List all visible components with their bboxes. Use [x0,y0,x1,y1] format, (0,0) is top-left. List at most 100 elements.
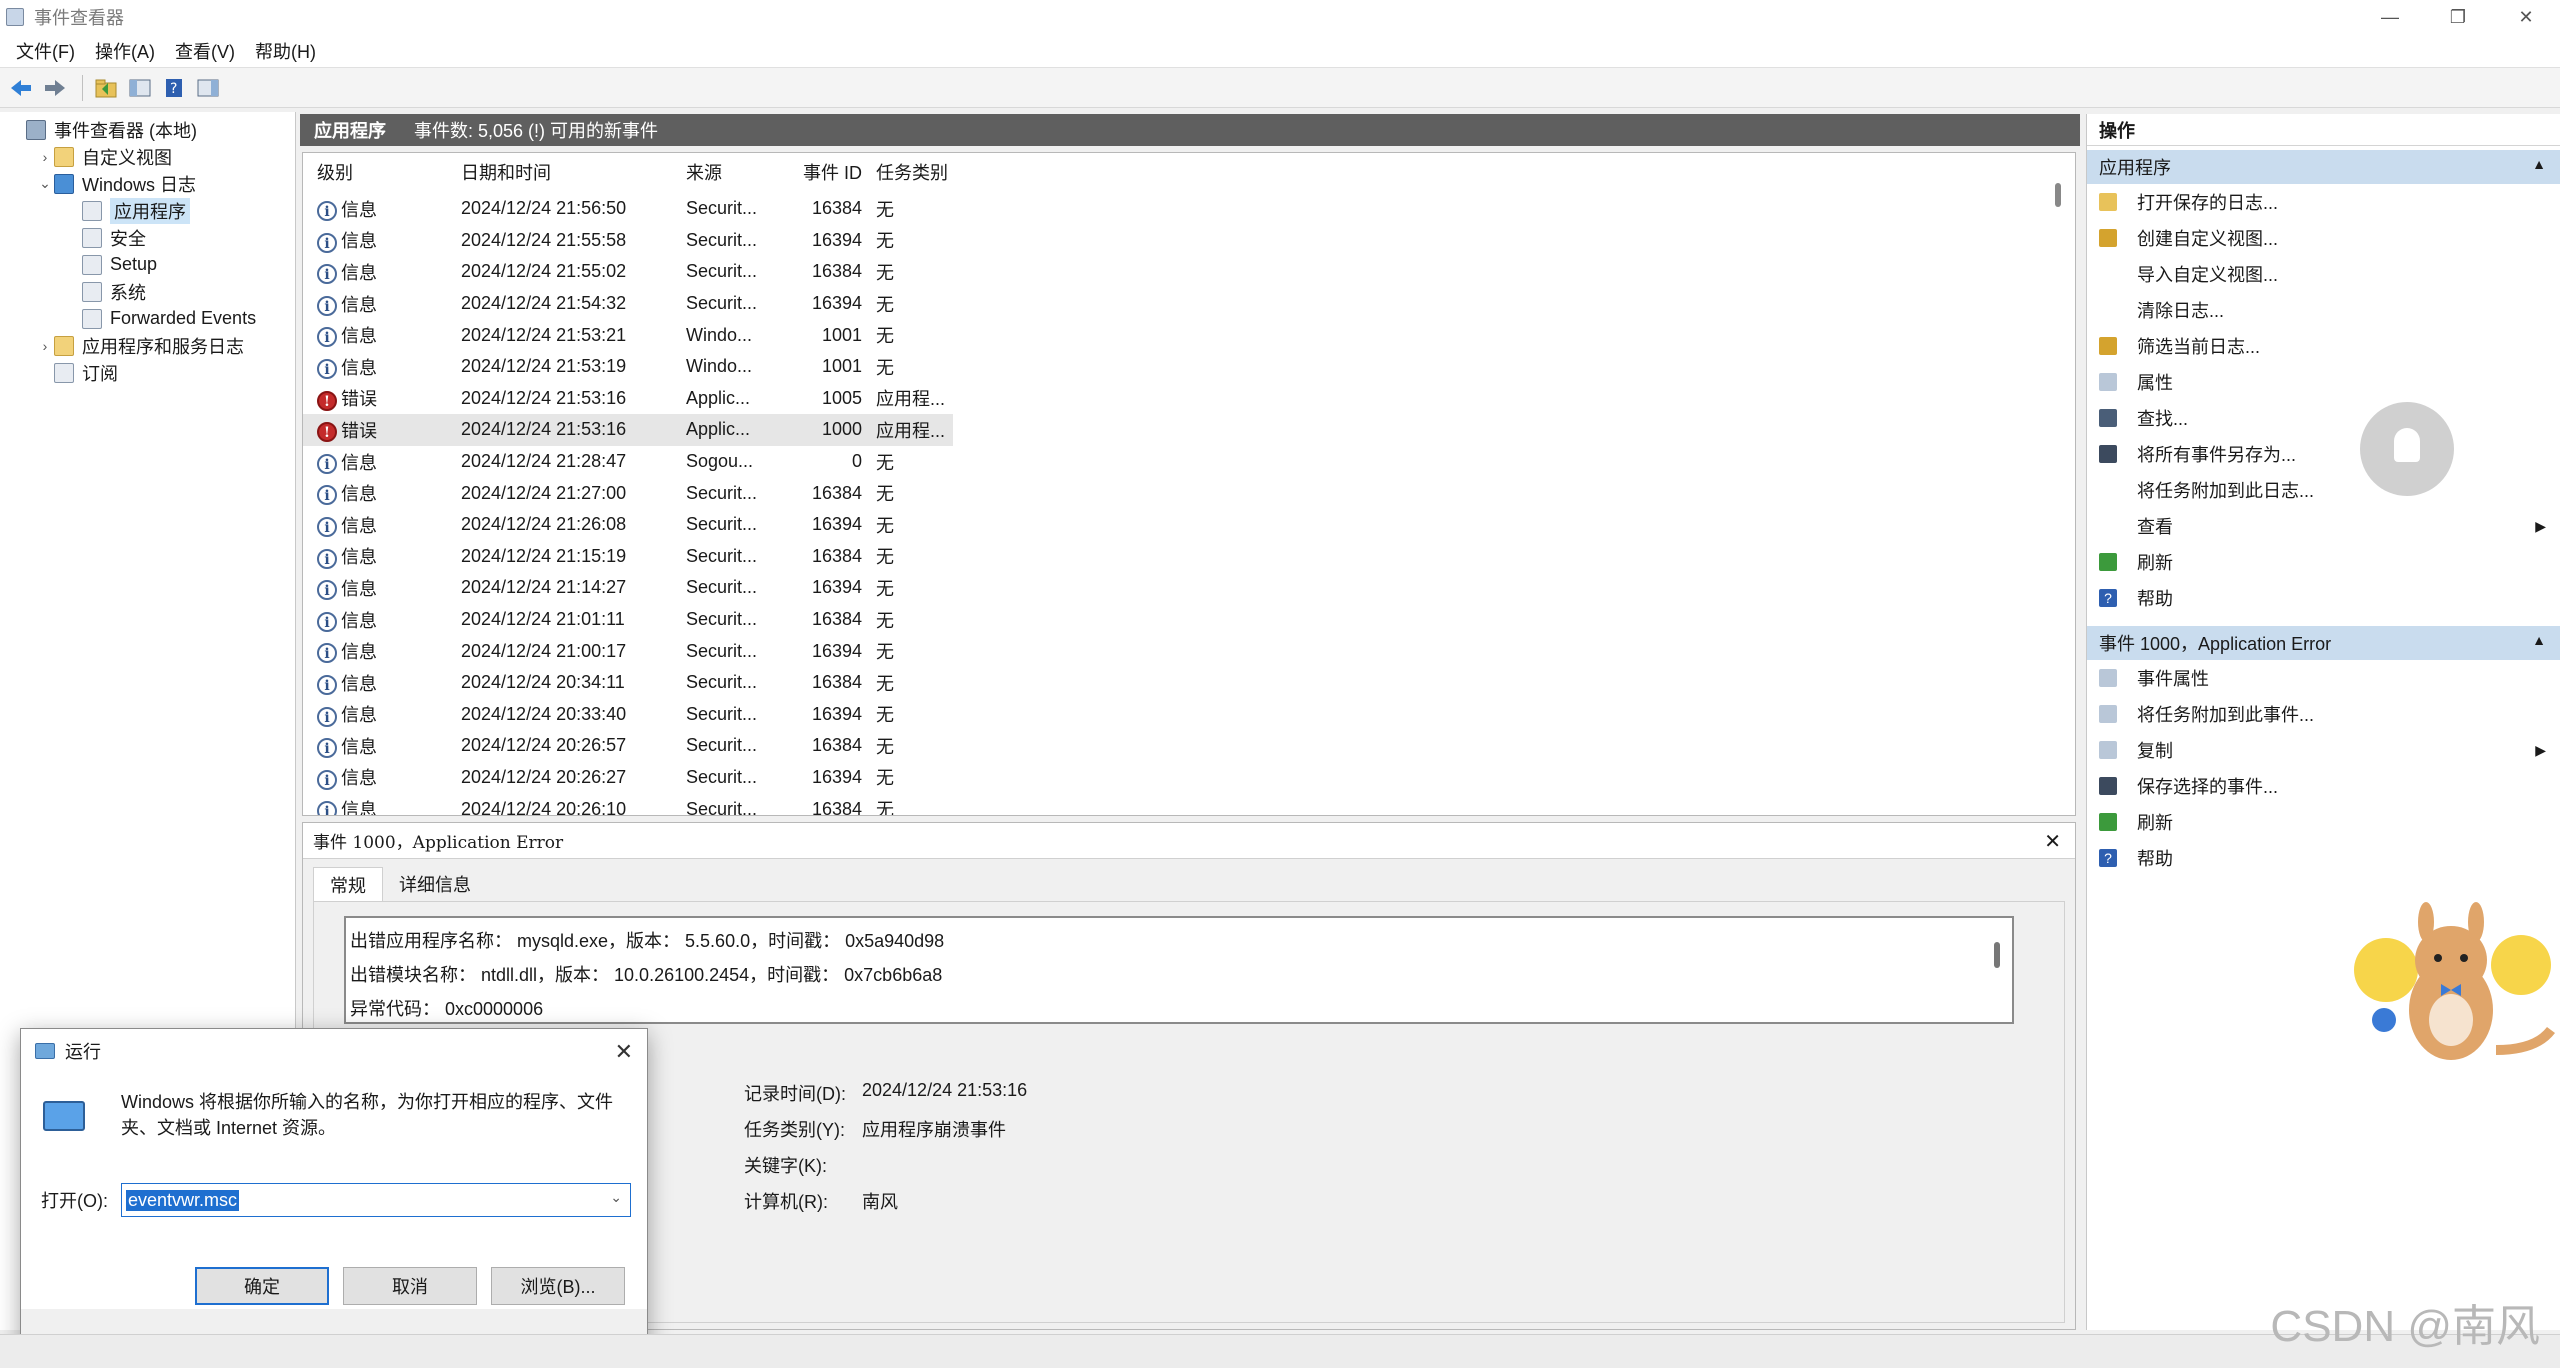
tree-item[interactable]: › 应用程序和服务日志 [0,332,295,359]
event-row[interactable]: i 信息 2024/12/24 21:54:32 Securit... 16394 无 [303,288,2057,320]
action-item[interactable]: 将任务附加到此日志... [2087,472,2560,508]
menu-help[interactable]: 帮助(H) [245,38,326,64]
event-row[interactable]: i 信息 2024/12/24 21:53:19 Windo... 1001 无 [303,351,2057,383]
submenu-arrow-icon: ▶ [2535,741,2546,758]
action-item[interactable]: 保存选择的事件... [2087,768,2560,804]
ok-button[interactable]: 确定 [195,1267,329,1305]
action-item[interactable]: 将所有事件另存为... [2087,436,2560,472]
action-item[interactable]: 刷新 [2087,804,2560,840]
tab-details[interactable]: 详细信息 [383,867,487,901]
event-row[interactable]: i 信息 2024/12/24 20:26:27 Securit... 16394 无 [303,762,2057,794]
minimize-button[interactable]: — [2356,0,2424,34]
collapse-caret-icon[interactable]: ▲ [2532,156,2546,172]
actions-title: 操作 [2087,114,2560,146]
event-row[interactable]: i 信息 2024/12/24 21:15:19 Securit... 16384 无 [303,541,2057,573]
show-hide-tree-icon[interactable] [125,73,155,103]
run-command-value[interactable]: eventvwr.msc [126,1189,240,1211]
event-row[interactable]: i 信息 2024/12/24 21:26:08 Securit... 16394 无 [303,509,2057,541]
chevron-down-icon[interactable]: ⌄ [610,1189,622,1206]
menu-file[interactable]: 文件(F) [6,38,85,64]
tree-item[interactable]: 系统 [0,278,295,305]
tree-item[interactable]: Setup [0,251,295,278]
actions-section-event[interactable]: 事件 1000，Application Error ▲ [2087,626,2560,660]
event-row[interactable]: i 信息 2024/12/24 21:56:50 Securit... 16384 无 [303,193,2057,225]
action-item[interactable]: 事件属性 [2087,660,2560,696]
action-item[interactable]: ? 帮助 [2087,840,2560,876]
column-header-date[interactable]: 日期和时间 [453,159,678,187]
event-row[interactable]: i 信息 2024/12/24 20:26:57 Securit... 16384 无 [303,730,2057,762]
column-header-source[interactable]: 来源 [678,159,778,187]
event-id: 16394 [811,766,862,787]
action-item[interactable]: 导入自定义视图... [2087,256,2560,292]
event-row[interactable]: i 信息 2024/12/24 21:55:02 Securit... 16384 无 [303,256,2057,288]
action-item[interactable]: ? 帮助 [2087,580,2560,616]
action-item[interactable]: 将任务附加到此事件... [2087,696,2560,732]
event-id: 16394 [811,514,862,535]
event-row[interactable]: i 信息 2024/12/24 21:14:27 Securit... 16394 无 [303,572,2057,604]
chevron-right-icon[interactable]: › [36,338,54,354]
restore-button[interactable]: ❐ [2424,0,2492,34]
run-close-icon[interactable]: ✕ [615,1039,633,1065]
event-row[interactable]: i 信息 2024/12/24 21:01:11 Securit... 16384 无 [303,604,2057,636]
tree-item[interactable]: 订阅 [0,359,295,386]
info-icon: i [317,738,337,759]
cancel-button[interactable]: 取消 [343,1267,477,1305]
column-header-event-id[interactable]: 事件 ID [778,159,866,187]
event-row[interactable]: ! 错误 2024/12/24 21:53:16 Applic... 1000 应用程..… [303,414,953,446]
event-row[interactable]: i 信息 2024/12/24 20:34:11 Securit... 16384 无 [303,667,2057,699]
action-item[interactable]: 筛选当前日志... [2087,328,2560,364]
tab-general[interactable]: 常规 [313,867,383,901]
event-row[interactable]: i 信息 2024/12/24 21:53:21 Windo... 1001 无 [303,319,2057,351]
menu-action[interactable]: 操作(A) [85,38,165,64]
action-item[interactable]: 查看 ▶ [2087,508,2560,544]
event-row[interactable]: ! 错误 2024/12/24 21:53:16 Applic... 1005 应用程..… [303,383,2057,415]
close-button[interactable]: ✕ [2492,0,2560,34]
event-level: i 信息 [303,638,453,664]
event-row[interactable]: i 信息 2024/12/24 21:55:58 Securit... 16394 无 [303,225,2057,257]
chevron-right-icon[interactable]: › [36,149,54,165]
floating-assistant-icon[interactable] [2360,402,2454,496]
tree-item[interactable]: 事件查看器 (本地) [0,116,295,143]
action-item[interactable]: 刷新 [2087,544,2560,580]
detail-close-icon[interactable]: ✕ [2044,829,2061,854]
column-header-task[interactable]: 任务类别 [866,159,966,187]
action-label: 帮助 [2137,589,2173,609]
actions-section-log[interactable]: 应用程序 ▲ [2087,150,2560,184]
event-row[interactable]: i 信息 2024/12/24 20:33:40 Securit... 16394 无 [303,699,2057,731]
help-icon[interactable]: ? [159,73,189,103]
action-item[interactable]: 复制 ▶ [2087,732,2560,768]
event-date: 2024/12/24 21:56:50 [461,198,627,219]
chevron-down-icon[interactable]: ⌄ [36,175,54,192]
description-scrollbar[interactable] [1994,942,2000,968]
forward-arrow-icon[interactable] [40,73,70,103]
collapse-caret-icon[interactable]: ▲ [2532,632,2546,648]
tree-item[interactable]: Forwarded Events [0,305,295,332]
event-description[interactable]: 出错应用程序名称： mysqld.exe，版本： 5.5.60.0，时间戳： 0… [344,916,2014,1024]
show-hide-action-pane-icon[interactable] [193,73,223,103]
column-header-level[interactable]: 级别 [303,159,453,187]
browse-button[interactable]: 浏览(B)... [491,1267,625,1305]
tree-item[interactable]: ⌄ Windows 日志 [0,170,295,197]
event-row[interactable]: i 信息 2024/12/24 21:27:00 Securit... 16384 无 [303,477,2057,509]
tree-item[interactable]: › 自定义视图 [0,143,295,170]
event-row[interactable]: i 信息 2024/12/24 21:00:17 Securit... 16394 无 [303,635,2057,667]
run-command-input[interactable]: eventvwr.msc ⌄ [121,1183,631,1217]
action-item[interactable]: 清除日志... [2087,292,2560,328]
event-level: i 信息 [303,322,453,348]
back-arrow-icon[interactable] [6,73,36,103]
action-item[interactable]: 属性 [2087,364,2560,400]
run-open-label: 打开(O): [41,1191,108,1211]
event-row[interactable]: i 信息 2024/12/24 21:28:47 Sogou... 0 无 [303,446,2057,478]
action-item[interactable]: 打开保存的日志... [2087,184,2560,220]
action-item[interactable]: 创建自定义视图... [2087,220,2560,256]
tree-item[interactable]: 应用程序 [0,197,295,224]
event-source: Securit... [686,577,758,598]
events-scrollbar[interactable] [2055,183,2061,207]
tree-item[interactable]: 安全 [0,224,295,251]
event-row[interactable]: i 信息 2024/12/24 20:26:10 Securit... 16384 无 [303,793,2057,815]
binoculars-icon [2099,409,2117,427]
menu-view[interactable]: 查看(V) [165,38,245,64]
action-item[interactable]: 查找... [2087,400,2560,436]
info-icon: i [317,485,337,506]
open-folder-icon[interactable] [91,73,121,103]
